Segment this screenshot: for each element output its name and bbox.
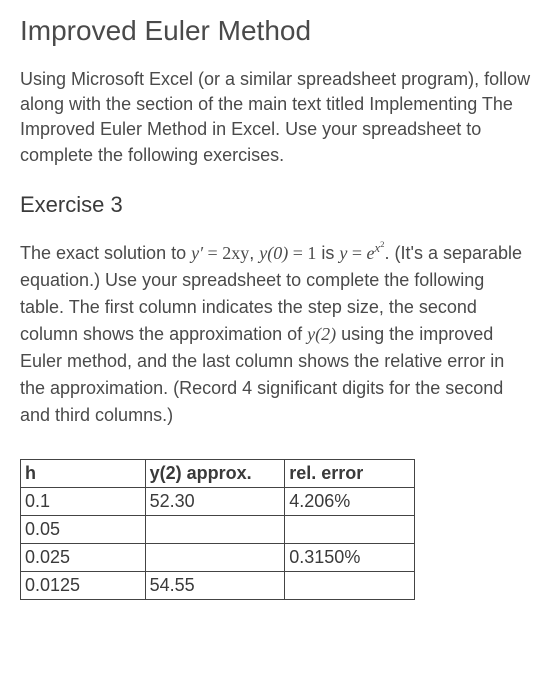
math-equals: = — [203, 243, 222, 263]
math-sol-exponent: x2 — [375, 241, 385, 255]
math-y2: y(2) — [307, 324, 336, 344]
cell-h: 0.05 — [21, 515, 146, 543]
text-segment: , — [249, 243, 259, 263]
cell-h: 0.0125 — [21, 571, 146, 599]
text-segment: is — [316, 243, 339, 263]
cell-error: 0.3150% — [285, 543, 415, 571]
cell-approx: 54.55 — [145, 571, 285, 599]
table-row: 0.1 52.30 4.206% — [21, 487, 415, 515]
cell-error: 4.206% — [285, 487, 415, 515]
math-ic-rhs: 1 — [307, 243, 316, 263]
cell-error — [285, 515, 415, 543]
math-rhs: 2xy — [222, 243, 249, 263]
table-header-row: h y(2) approx. rel. error — [21, 459, 415, 487]
math-ic-lhs: y(0) — [259, 243, 288, 263]
col-header-approx: y(2) approx. — [145, 459, 285, 487]
cell-approx — [145, 515, 285, 543]
cell-error — [285, 571, 415, 599]
col-header-error: rel. error — [285, 459, 415, 487]
exercise-heading: Exercise 3 — [20, 192, 533, 218]
text-segment: The exact solution to — [20, 243, 191, 263]
math-sol-base: e — [367, 243, 375, 263]
cell-h: 0.025 — [21, 543, 146, 571]
cell-approx: 52.30 — [145, 487, 285, 515]
intro-paragraph: Using Microsoft Excel (or a similar spre… — [20, 67, 533, 168]
cell-h: 0.1 — [21, 487, 146, 515]
table-row: 0.0125 54.55 — [21, 571, 415, 599]
cell-approx — [145, 543, 285, 571]
math-equals: = — [288, 243, 307, 263]
col-header-h: h — [21, 459, 146, 487]
math-yprime: y′ — [191, 243, 203, 263]
table-row: 0.05 — [21, 515, 415, 543]
math-equals: = — [347, 243, 366, 263]
exercise-paragraph: The exact solution to y′ = 2xy, y(0) = 1… — [20, 238, 533, 429]
data-table: h y(2) approx. rel. error 0.1 52.30 4.20… — [20, 459, 415, 600]
table-row: 0.025 0.3150% — [21, 543, 415, 571]
page-title: Improved Euler Method — [20, 15, 533, 47]
